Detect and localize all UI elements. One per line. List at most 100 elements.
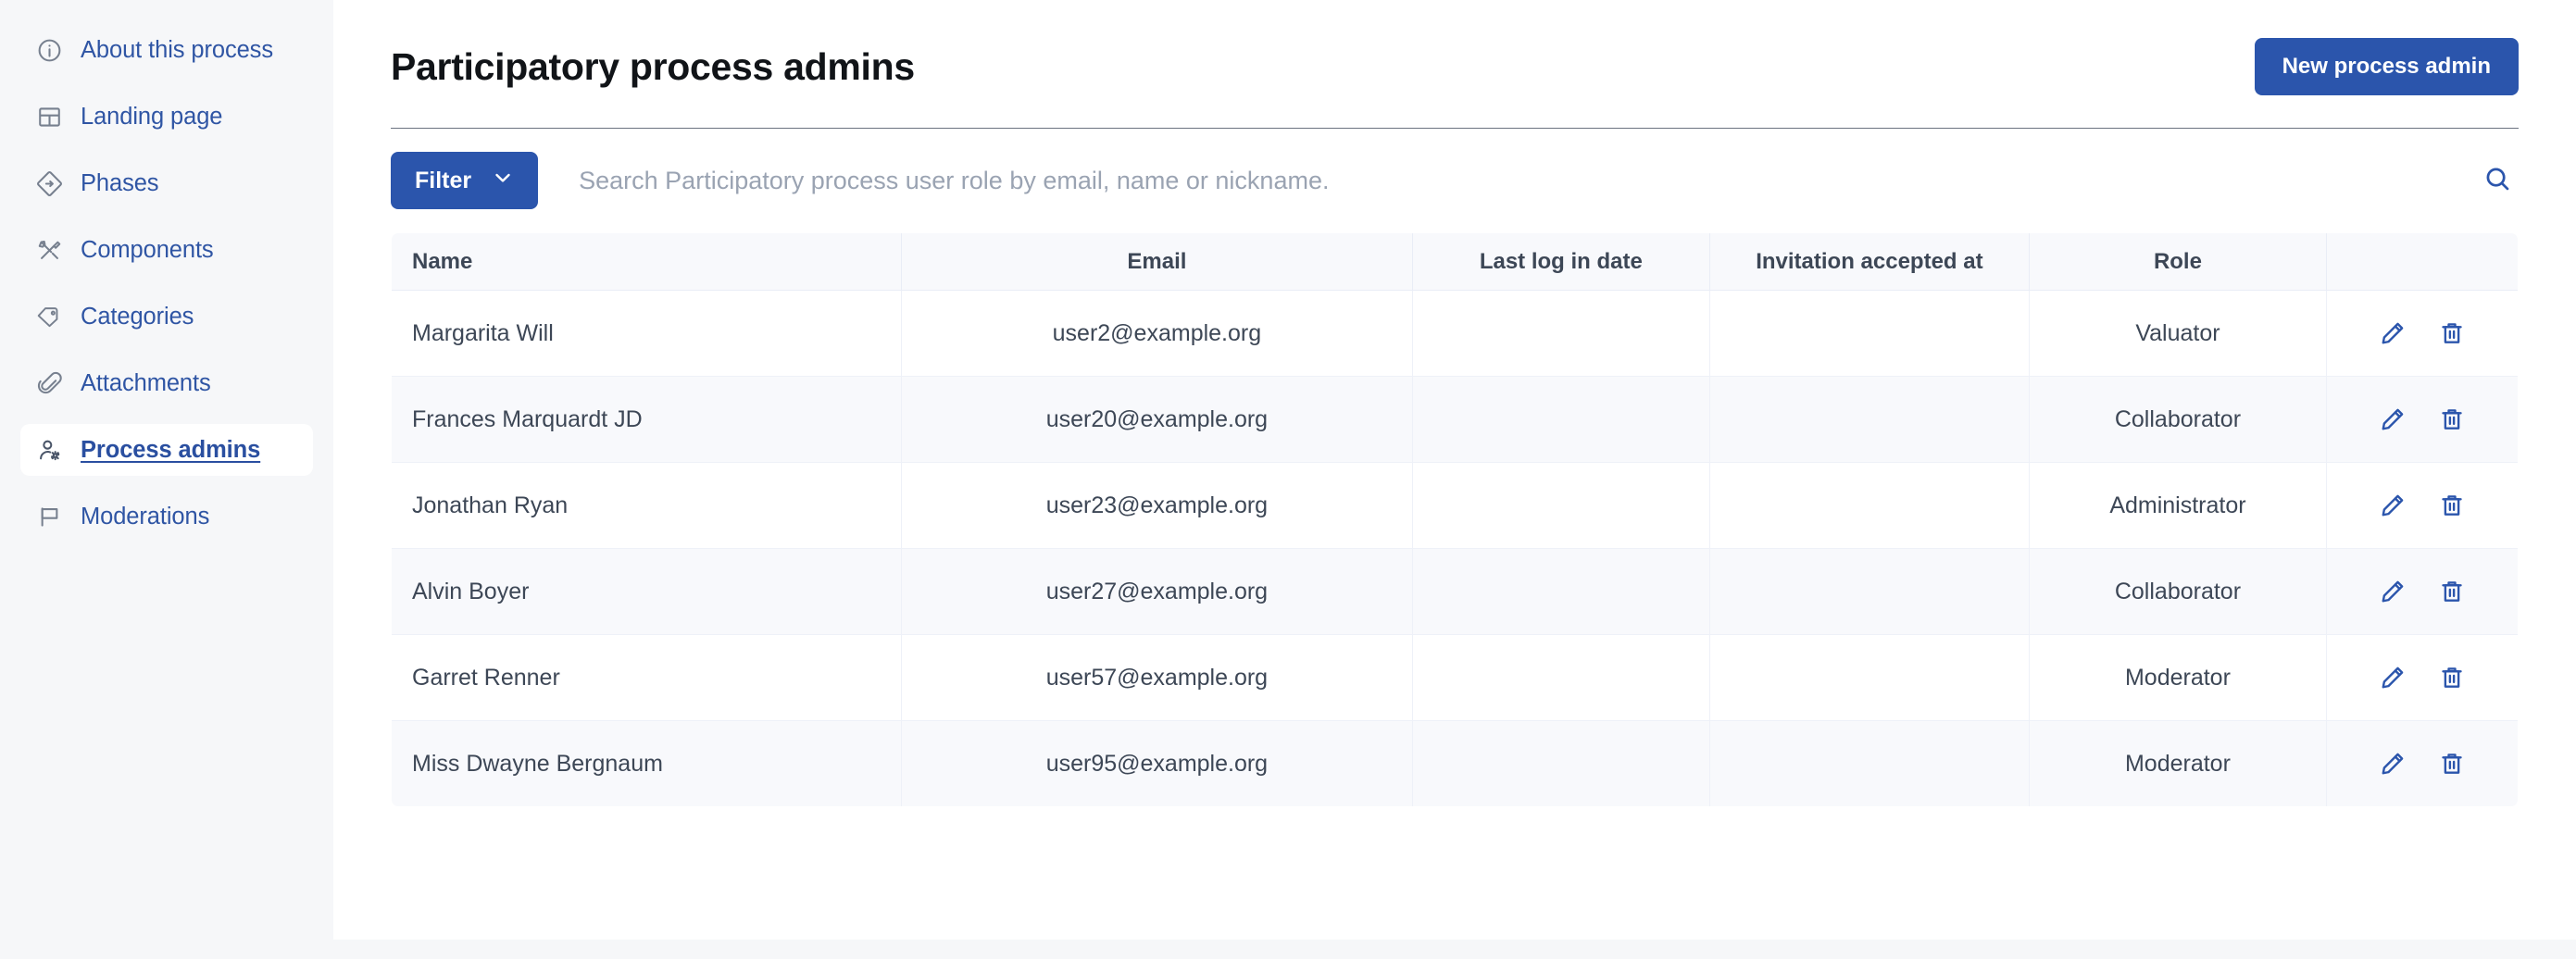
sidebar: About this process Landing page Phases <box>0 0 333 959</box>
admins-table-container: Name Email Last log in date Invitation a… <box>391 232 2519 807</box>
sidebar-item-label: Components <box>81 237 214 264</box>
sidebar-item-phases[interactable]: Phases <box>20 157 313 209</box>
delete-row-button[interactable] <box>2438 578 2466 605</box>
cell-invitation-accepted-at <box>1710 463 2030 549</box>
table-head: Name Email Last log in date Invitation a… <box>392 233 2519 291</box>
filter-button[interactable]: Filter <box>391 152 538 209</box>
pencil-icon <box>2379 319 2407 347</box>
sidebar-item-label: Landing page <box>81 104 222 131</box>
row-actions <box>2342 750 2503 778</box>
cell-email: user23@example.org <box>902 463 1412 549</box>
column-header-name[interactable]: Name <box>392 233 902 291</box>
sidebar-item-categories[interactable]: Categories <box>20 291 313 342</box>
cell-invitation-accepted-at <box>1710 377 2030 463</box>
cell-invitation-accepted-at <box>1710 549 2030 635</box>
trash-icon <box>2438 319 2466 347</box>
cell-last-log-in-date <box>1412 291 1710 377</box>
cell-email: user2@example.org <box>902 291 1412 377</box>
cell-email: user27@example.org <box>902 549 1412 635</box>
info-icon <box>35 36 63 64</box>
cell-role: Collaborator <box>2029 549 2327 635</box>
column-header-email[interactable]: Email <box>902 233 1412 291</box>
cell-name: Jonathan Ryan <box>392 463 902 549</box>
row-actions <box>2342 492 2503 519</box>
tag-icon <box>35 303 63 330</box>
cell-actions <box>2327 291 2519 377</box>
cell-role: Collaborator <box>2029 377 2327 463</box>
table-body: Margarita Will user2@example.org Valuato… <box>392 291 2519 807</box>
tools-icon <box>35 236 63 264</box>
cell-name: Margarita Will <box>392 291 902 377</box>
cell-role: Moderator <box>2029 721 2327 807</box>
column-header-role[interactable]: Role <box>2029 233 2327 291</box>
delete-row-button[interactable] <box>2438 664 2466 691</box>
sidebar-item-about-this-process[interactable]: About this process <box>20 24 313 76</box>
edit-row-button[interactable] <box>2379 319 2407 347</box>
filter-bar: Filter <box>391 129 2519 232</box>
cell-invitation-accepted-at <box>1710 635 2030 721</box>
table-row[interactable]: Garret Renner user57@example.org Moderat… <box>392 635 2519 721</box>
trash-icon <box>2438 492 2466 519</box>
cell-role: Valuator <box>2029 291 2327 377</box>
column-header-actions <box>2327 233 2519 291</box>
cell-name: Miss Dwayne Bergnaum <box>392 721 902 807</box>
main-content: Participatory process admins New process… <box>333 0 2576 959</box>
search-input[interactable] <box>579 167 2464 195</box>
filter-button-label: Filter <box>415 168 471 194</box>
cell-invitation-accepted-at <box>1710 291 2030 377</box>
page-title: Participatory process admins <box>391 45 915 89</box>
search-submit-button[interactable] <box>2464 164 2519 197</box>
cell-name: Frances Marquardt JD <box>392 377 902 463</box>
flag-icon <box>35 503 63 530</box>
cell-invitation-accepted-at <box>1710 721 2030 807</box>
edit-row-button[interactable] <box>2379 664 2407 691</box>
cell-name: Alvin Boyer <box>392 549 902 635</box>
cell-name: Garret Renner <box>392 635 902 721</box>
edit-row-button[interactable] <box>2379 750 2407 778</box>
cell-last-log-in-date <box>1412 635 1710 721</box>
delete-row-button[interactable] <box>2438 492 2466 519</box>
column-header-last-log-in-date[interactable]: Last log in date <box>1412 233 1710 291</box>
process-admins-table: Name Email Last log in date Invitation a… <box>391 232 2519 807</box>
new-process-admin-button[interactable]: New process admin <box>2255 38 2519 95</box>
row-actions <box>2342 319 2503 347</box>
delete-row-button[interactable] <box>2438 405 2466 433</box>
sidebar-item-landing-page[interactable]: Landing page <box>20 91 313 143</box>
layout-icon <box>35 103 63 131</box>
edit-row-button[interactable] <box>2379 405 2407 433</box>
table-header-row: Name Email Last log in date Invitation a… <box>392 233 2519 291</box>
page-header: Participatory process admins New process… <box>391 0 2519 128</box>
delete-row-button[interactable] <box>2438 750 2466 778</box>
edit-row-button[interactable] <box>2379 578 2407 605</box>
table-row[interactable]: Jonathan Ryan user23@example.org Adminis… <box>392 463 2519 549</box>
table-row[interactable]: Frances Marquardt JD user20@example.org … <box>392 377 2519 463</box>
cell-last-log-in-date <box>1412 549 1710 635</box>
sidebar-item-label: Phases <box>81 170 158 197</box>
column-header-invitation-accepted-at[interactable]: Invitation accepted at <box>1710 233 2030 291</box>
cell-last-log-in-date <box>1412 377 1710 463</box>
table-row[interactable]: Miss Dwayne Bergnaum user95@example.org … <box>392 721 2519 807</box>
app-root: About this process Landing page Phases <box>0 0 2576 959</box>
sidebar-item-label: Process admins <box>81 437 260 464</box>
cell-last-log-in-date <box>1412 721 1710 807</box>
sidebar-item-attachments[interactable]: Attachments <box>20 357 313 409</box>
phases-diamond-icon <box>35 169 63 197</box>
cell-actions <box>2327 721 2519 807</box>
sidebar-item-label: Moderations <box>81 504 209 530</box>
chevron-down-icon <box>492 167 514 195</box>
sidebar-item-components[interactable]: Components <box>20 224 313 276</box>
delete-row-button[interactable] <box>2438 319 2466 347</box>
trash-icon <box>2438 578 2466 605</box>
trash-icon <box>2438 750 2466 778</box>
search-icon <box>2482 164 2513 197</box>
cell-actions <box>2327 549 2519 635</box>
user-settings-icon <box>35 436 63 464</box>
table-row[interactable]: Alvin Boyer user27@example.org Collabora… <box>392 549 2519 635</box>
sidebar-item-moderations[interactable]: Moderations <box>20 491 313 542</box>
sidebar-item-label: Categories <box>81 304 194 330</box>
sidebar-item-process-admins[interactable]: Process admins <box>20 424 313 476</box>
table-row[interactable]: Margarita Will user2@example.org Valuato… <box>392 291 2519 377</box>
edit-row-button[interactable] <box>2379 492 2407 519</box>
content-card: Participatory process admins New process… <box>333 0 2576 940</box>
cell-role: Administrator <box>2029 463 2327 549</box>
